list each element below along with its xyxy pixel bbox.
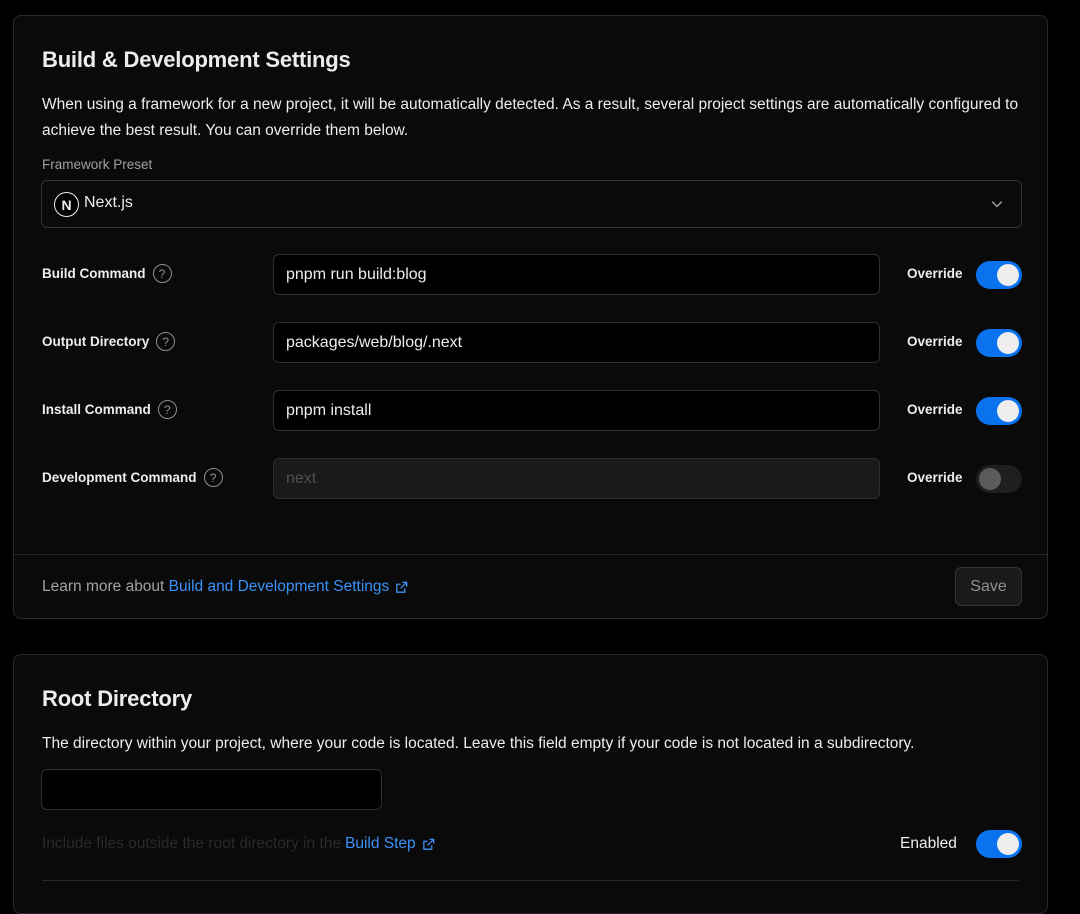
help-icon[interactable]: ?	[203, 468, 223, 487]
build-command-override-toggle[interactable]	[976, 261, 1022, 289]
chevron-down-icon	[991, 201, 1003, 208]
development-command-label: Development Command ?	[42, 468, 223, 487]
build-settings-description: When using a framework for a new project…	[42, 96, 1019, 139]
toggle-knob	[979, 468, 1001, 490]
help-icon[interactable]: ?	[157, 400, 177, 419]
development-command-override-toggle[interactable]	[976, 465, 1022, 493]
root-directory-description: The directory within your project, where…	[42, 735, 915, 752]
learn-more-prefix: Learn more about	[42, 578, 165, 595]
install-command-label: Install Command ?	[42, 400, 177, 419]
build-step-link-text: Build Step	[344, 835, 416, 852]
toggle-knob	[997, 332, 1019, 354]
build-command-override-label: Override	[907, 266, 963, 281]
build-settings-title: Build & Development Settings	[42, 47, 351, 72]
development-command-override-label: Override	[907, 470, 963, 485]
include-files-toggle[interactable]	[976, 830, 1022, 858]
toggle-knob	[997, 400, 1019, 422]
build-step-link[interactable]: Build Step	[345, 835, 436, 853]
output-directory-label-text: Output Directory	[42, 334, 150, 349]
build-command-input[interactable]	[273, 254, 880, 295]
build-settings-docs-link-text: Build and Development Settings	[168, 578, 390, 595]
framework-preset-select[interactable]: N Next.js	[41, 180, 1022, 228]
development-command-input[interactable]	[273, 458, 880, 499]
include-files-text: Include files outside the root directory…	[42, 835, 436, 853]
learn-more-text: Learn more about Build and Development S…	[42, 578, 409, 596]
build-settings-docs-link[interactable]: Build and Development Settings	[169, 578, 410, 596]
card-footer-divider	[14, 554, 1047, 555]
framework-preset-label: Framework Preset	[42, 157, 153, 172]
toggle-knob	[997, 264, 1019, 286]
install-command-override-toggle[interactable]	[976, 397, 1022, 425]
build-settings-card: Build & Development Settings When using …	[13, 15, 1048, 619]
build-command-label: Build Command ?	[42, 264, 172, 283]
external-link-icon	[396, 581, 408, 593]
toggle-knob	[997, 833, 1019, 855]
output-directory-override-label: Override	[907, 334, 963, 349]
nextjs-logo-icon: N	[54, 192, 79, 217]
framework-preset-value: Next.js	[84, 194, 133, 211]
help-icon[interactable]: ?	[152, 264, 172, 283]
development-command-label-text: Development Command	[42, 470, 197, 485]
root-divider	[42, 880, 1019, 881]
root-directory-title: Root Directory	[42, 686, 192, 711]
install-command-input[interactable]	[273, 390, 880, 431]
build-command-label-text: Build Command	[42, 266, 146, 281]
include-files-label: Include files outside the root directory…	[42, 835, 341, 852]
install-command-label-text: Install Command	[42, 402, 151, 417]
output-directory-input[interactable]	[273, 322, 880, 363]
enabled-label: Enabled	[900, 835, 957, 852]
output-directory-label: Output Directory ?	[42, 332, 176, 351]
save-button[interactable]: Save	[955, 567, 1022, 606]
help-icon[interactable]: ?	[156, 332, 176, 351]
external-link-icon	[422, 838, 434, 850]
output-directory-override-toggle[interactable]	[976, 329, 1022, 357]
root-directory-card: Root Directory The directory within your…	[13, 654, 1048, 914]
root-directory-input[interactable]	[41, 769, 382, 810]
install-command-override-label: Override	[907, 402, 963, 417]
